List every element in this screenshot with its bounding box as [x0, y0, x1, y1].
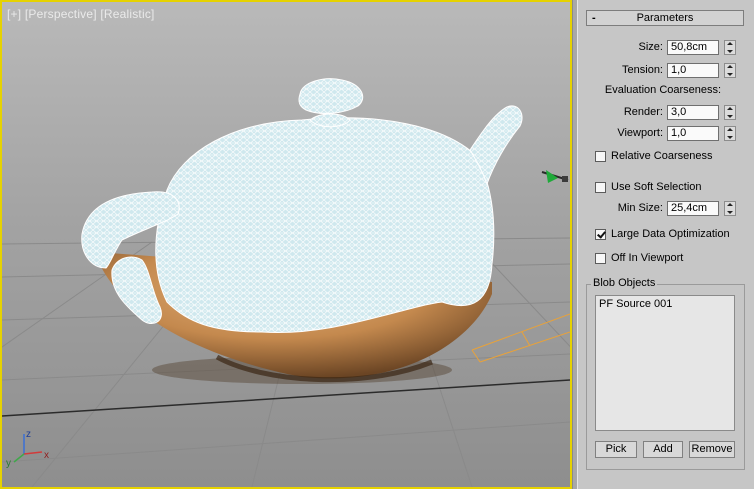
- spinner-down-icon[interactable]: [725, 48, 735, 54]
- viewport-coarseness-label: Viewport:: [617, 127, 663, 139]
- blob-objects-title: Blob Objects: [591, 277, 658, 289]
- light-gizmo-icon[interactable]: [541, 170, 569, 183]
- render-field[interactable]: 3,0: [667, 105, 719, 120]
- grid-main-axis: [2, 379, 570, 417]
- spinner-up-icon[interactable]: [725, 64, 735, 70]
- min-size-spinner[interactable]: [724, 201, 736, 216]
- spinner-up-icon[interactable]: [725, 127, 735, 133]
- viewport-menu-plus[interactable]: [+]: [7, 7, 21, 21]
- use-soft-selection-label: Use Soft Selection: [611, 181, 702, 193]
- tension-label: Tension:: [622, 64, 663, 76]
- off-in-viewport-label: Off In Viewport: [611, 252, 684, 264]
- parameters-rollout-header[interactable]: - Parameters: [586, 10, 744, 26]
- blob-objects-list[interactable]: PF Source 001: [595, 295, 735, 431]
- evaluation-coarseness-title: Evaluation Coarseness:: [604, 84, 722, 96]
- spinner-down-icon[interactable]: [725, 209, 735, 215]
- tension-spinner[interactable]: [724, 63, 736, 78]
- axis-x-label: x: [44, 450, 49, 461]
- axis-z-label: z: [26, 429, 31, 440]
- add-button[interactable]: Add: [643, 441, 683, 458]
- render-label: Render:: [623, 106, 663, 118]
- off-in-viewport-checkbox[interactable]: [595, 253, 606, 264]
- spinner-up-icon[interactable]: [725, 106, 735, 112]
- size-field[interactable]: 50,8cm: [667, 40, 719, 55]
- viewport-menu-shading[interactable]: [Realistic]: [100, 7, 154, 21]
- rollout-title: Parameters: [636, 12, 694, 24]
- viewport-row: Viewport:: [578, 125, 663, 141]
- min-size-field[interactable]: 25,4cm: [667, 201, 719, 216]
- viewport-menu-perspective[interactable]: [Perspective]: [25, 7, 97, 21]
- spinner-down-icon[interactable]: [725, 134, 735, 140]
- spinner-up-icon[interactable]: [725, 202, 735, 208]
- command-panel: - Parameters Size: 50,8cm Tension: 1,0 E…: [577, 0, 754, 489]
- relative-coarseness-label: Relative Coarseness: [611, 150, 713, 162]
- spinner-up-icon[interactable]: [725, 41, 735, 47]
- min-size-label: Min Size:: [617, 202, 663, 214]
- render-row: Render:: [578, 104, 663, 120]
- use-soft-selection-checkbox[interactable]: [595, 182, 606, 193]
- viewport-coarseness-field[interactable]: 1,0: [667, 126, 719, 141]
- collapse-icon: -: [592, 12, 596, 24]
- spinner-down-icon[interactable]: [725, 113, 735, 119]
- tension-field[interactable]: 1,0: [667, 63, 719, 78]
- perspective-viewport[interactable]: z x y [+] [Perspective] [Realistic]: [0, 0, 572, 489]
- list-item[interactable]: PF Source 001: [599, 298, 672, 310]
- size-row: Size:: [578, 39, 663, 55]
- min-size-row: Min Size:: [578, 200, 663, 216]
- relative-coarseness-checkbox[interactable]: [595, 151, 606, 162]
- size-spinner[interactable]: [724, 40, 736, 55]
- blob-objects-group: Blob Objects PF Source 001 Pick Add Remo…: [586, 277, 745, 470]
- large-data-optimization-checkbox[interactable]: [595, 229, 606, 240]
- viewport-scene[interactable]: z x y: [2, 2, 570, 487]
- tension-row: Tension:: [578, 62, 663, 78]
- remove-button[interactable]: Remove: [689, 441, 735, 458]
- axis-y-label: y: [6, 458, 11, 469]
- size-label: Size:: [638, 41, 663, 53]
- spinner-down-icon[interactable]: [725, 71, 735, 77]
- viewport-coarseness-spinner[interactable]: [724, 126, 736, 141]
- viewport-label: [+] [Perspective] [Realistic]: [7, 7, 155, 21]
- render-spinner[interactable]: [724, 105, 736, 120]
- pick-button[interactable]: Pick: [595, 441, 637, 458]
- large-data-optimization-label: Large Data Optimization: [611, 228, 730, 240]
- blobmesh-wireframe[interactable]: [81, 78, 523, 334]
